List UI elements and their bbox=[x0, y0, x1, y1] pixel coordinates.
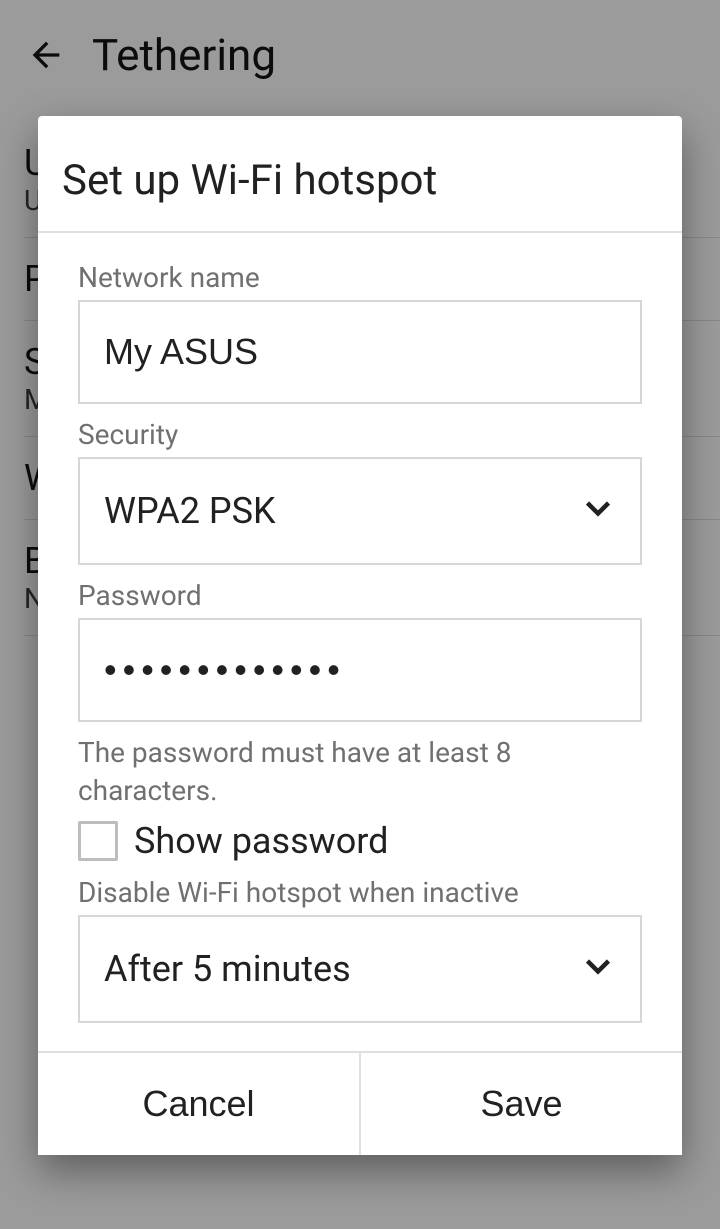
dialog-title: Set up Wi-Fi hotspot bbox=[38, 116, 682, 231]
disable-when-inactive-label: Disable Wi-Fi hotspot when inactive bbox=[78, 876, 642, 909]
security-value: WPA2 PSK bbox=[104, 490, 276, 532]
wifi-hotspot-dialog: Set up Wi-Fi hotspot Network name Securi… bbox=[38, 116, 682, 1155]
password-input[interactable] bbox=[78, 618, 642, 722]
network-name-input[interactable] bbox=[78, 300, 642, 404]
show-password-row[interactable]: Show password bbox=[78, 820, 642, 862]
disable-when-inactive-select[interactable]: After 5 minutes bbox=[78, 915, 642, 1023]
password-label: Password bbox=[78, 579, 642, 612]
password-hint: The password must have at least 8 charac… bbox=[78, 734, 642, 810]
show-password-label: Show password bbox=[134, 820, 388, 862]
disable-when-inactive-value: After 5 minutes bbox=[104, 948, 351, 990]
show-password-checkbox[interactable] bbox=[78, 821, 118, 861]
chevron-down-icon bbox=[580, 491, 616, 531]
cancel-button[interactable]: Cancel bbox=[38, 1053, 359, 1155]
security-select[interactable]: WPA2 PSK bbox=[78, 457, 642, 565]
chevron-down-icon bbox=[580, 949, 616, 989]
network-name-label: Network name bbox=[78, 261, 642, 294]
security-label: Security bbox=[78, 418, 642, 451]
save-button[interactable]: Save bbox=[361, 1053, 682, 1155]
